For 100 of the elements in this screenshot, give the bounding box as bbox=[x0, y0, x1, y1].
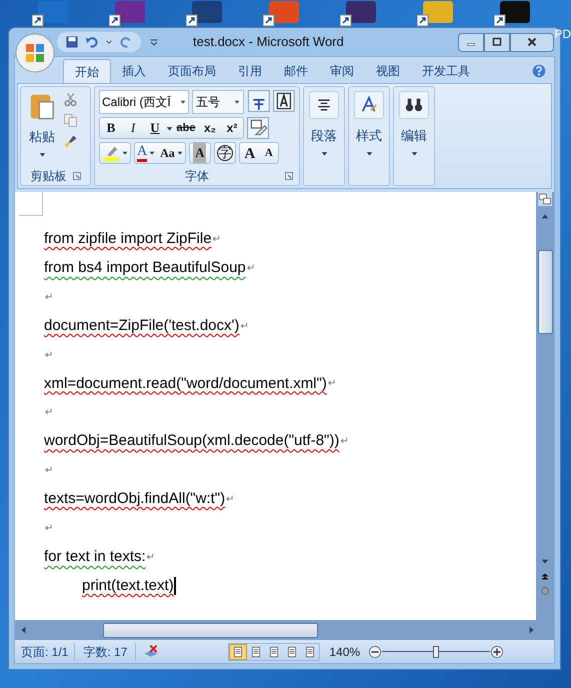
brush-icon bbox=[63, 134, 78, 149]
scroll-left-icon bbox=[19, 625, 27, 635]
view-button[interactable] bbox=[229, 644, 248, 660]
enclose-characters-button[interactable]: 字 bbox=[214, 142, 236, 164]
help-icon bbox=[532, 64, 546, 78]
ribbon-tab[interactable]: 插入 bbox=[111, 59, 157, 83]
page-count: 页面: 1/1 bbox=[15, 642, 76, 660]
subscript-button[interactable]: x₂ bbox=[199, 118, 221, 138]
ribbon-tab[interactable]: 邮件 bbox=[273, 59, 319, 83]
font-size-dropdown[interactable]: 五号 bbox=[192, 90, 244, 114]
horizontal-scrollbar-thumb[interactable] bbox=[103, 622, 318, 638]
group-label: 剪贴板 bbox=[30, 168, 66, 185]
code-line: document=ZipFile('test.docx') bbox=[44, 316, 240, 336]
desktop-shortcut-icon[interactable] bbox=[494, 1, 530, 27]
ribbon-group-button[interactable]: 样式 bbox=[348, 86, 390, 186]
ribbon-tab[interactable]: 审阅 bbox=[319, 59, 365, 83]
page-view-icon bbox=[268, 646, 280, 658]
maximize-button[interactable] bbox=[484, 32, 510, 52]
caret-icon bbox=[320, 150, 328, 156]
ribbon-group-button[interactable]: 编辑 bbox=[393, 86, 435, 186]
copy-icon bbox=[63, 113, 78, 128]
save-icon bbox=[65, 35, 79, 49]
caret-icon bbox=[180, 99, 186, 105]
strikethrough-button[interactable]: abe bbox=[173, 118, 199, 138]
desktop-icon-label: PD bbox=[554, 27, 571, 41]
ribbon-tab[interactable]: 开发工具 bbox=[411, 59, 481, 83]
cut-icon bbox=[63, 92, 78, 107]
paragraph-mark: ↵ bbox=[240, 320, 248, 334]
change-case-button[interactable]: Aa bbox=[160, 144, 175, 162]
binoculars-icon bbox=[405, 96, 423, 114]
italic-button[interactable]: I bbox=[122, 118, 144, 138]
page-view-icon bbox=[232, 646, 244, 658]
dialog-launcher-icon bbox=[285, 172, 293, 180]
page-view-icon bbox=[250, 646, 262, 658]
page-view-icon bbox=[286, 646, 298, 658]
paragraph-mark: ↵ bbox=[45, 348, 53, 362]
caret-icon bbox=[234, 99, 240, 105]
paragraph-mark: ↵ bbox=[45, 522, 53, 536]
caret-icon bbox=[122, 150, 128, 156]
underline-button[interactable]: U bbox=[144, 118, 166, 138]
paste-button[interactable]: 粘贴 bbox=[25, 90, 59, 167]
superscript-button[interactable]: x² bbox=[221, 118, 243, 138]
zoom-level: 140% bbox=[329, 644, 360, 660]
proofing-icon bbox=[142, 644, 160, 660]
caret-icon bbox=[410, 150, 418, 156]
code-line: from bs4 import BeautifulSoup bbox=[44, 258, 246, 278]
paragraph-mark: ↵ bbox=[212, 232, 221, 247]
undo-icon bbox=[85, 35, 99, 49]
ruler-toggle-icon bbox=[538, 192, 552, 206]
paragraph-mark: ↵ bbox=[45, 290, 53, 305]
scroll-right-icon bbox=[528, 625, 536, 635]
ribbon-tab[interactable]: 视图 bbox=[365, 59, 411, 83]
window-title: test.docx - Microsoft Word bbox=[193, 33, 344, 52]
paragraph-mark: ↵ bbox=[328, 377, 336, 392]
text-boundary-mark bbox=[19, 192, 43, 216]
code-line: for text in texts: bbox=[44, 546, 146, 567]
grow-font-button[interactable]: A bbox=[240, 143, 260, 163]
code-line: print(text.text) bbox=[82, 576, 174, 596]
caret-icon bbox=[149, 150, 156, 156]
paragraph-mark: ↵ bbox=[246, 262, 255, 276]
font-color-button[interactable]: A bbox=[137, 144, 148, 162]
vertical-scrollbar-thumb[interactable] bbox=[538, 250, 552, 334]
paragraph-mark: ↵ bbox=[45, 464, 53, 478]
paragraph-mark: ↵ bbox=[226, 492, 234, 507]
highlighter-icon bbox=[102, 144, 120, 162]
desktop-shortcut-icon[interactable] bbox=[32, 1, 68, 27]
ribbon-tab[interactable]: 引用 bbox=[227, 59, 273, 83]
character-border-icon bbox=[273, 90, 295, 112]
font-name-dropdown[interactable]: Calibri (西文Ī bbox=[99, 90, 190, 114]
customize-toolbar-icon bbox=[149, 37, 159, 47]
close-icon bbox=[527, 37, 537, 47]
code-line: xml=document.read("word/document.xml") bbox=[44, 374, 327, 394]
desktop-shortcut-icon[interactable] bbox=[340, 1, 376, 27]
code-line: from zipfile import ZipFile bbox=[44, 229, 212, 250]
ribbon-tab[interactable]: 开始 bbox=[63, 59, 111, 83]
caret-icon bbox=[366, 150, 372, 156]
paragraph-mark: ↵ bbox=[146, 550, 155, 565]
maximize-icon bbox=[492, 37, 502, 47]
zoom-slider[interactable] bbox=[382, 644, 490, 658]
paragraph-mark: ↵ bbox=[340, 435, 348, 450]
desktop-shortcut-icon[interactable] bbox=[186, 1, 222, 27]
zoom-slider-thumb[interactable] bbox=[433, 646, 440, 658]
shrink-font-button[interactable]: A bbox=[260, 143, 278, 163]
character-shading-button[interactable]: A bbox=[188, 142, 211, 164]
paragraph-mark: ↵ bbox=[45, 406, 53, 420]
ribbon-group-button[interactable]: 段落 bbox=[303, 86, 345, 186]
close-button[interactable] bbox=[510, 32, 554, 52]
dialog-launcher-icon bbox=[72, 172, 80, 180]
desktop-shortcut-icon[interactable] bbox=[109, 1, 145, 27]
align-center-icon bbox=[316, 97, 332, 113]
browse-object-icon bbox=[540, 586, 550, 596]
clear-formatting-icon bbox=[247, 117, 269, 139]
styles-icon bbox=[360, 96, 378, 114]
scroll-up-icon bbox=[540, 212, 550, 220]
ribbon-tab[interactable]: 页面布局 bbox=[157, 59, 227, 83]
caret-icon bbox=[105, 38, 113, 46]
zoom-in-icon bbox=[490, 644, 504, 658]
code-line: wordObj=BeautifulSoup(xml.decode("utf-8")) bbox=[44, 431, 340, 452]
bold-button[interactable]: B bbox=[100, 118, 122, 138]
previous-page-icon bbox=[540, 572, 550, 582]
